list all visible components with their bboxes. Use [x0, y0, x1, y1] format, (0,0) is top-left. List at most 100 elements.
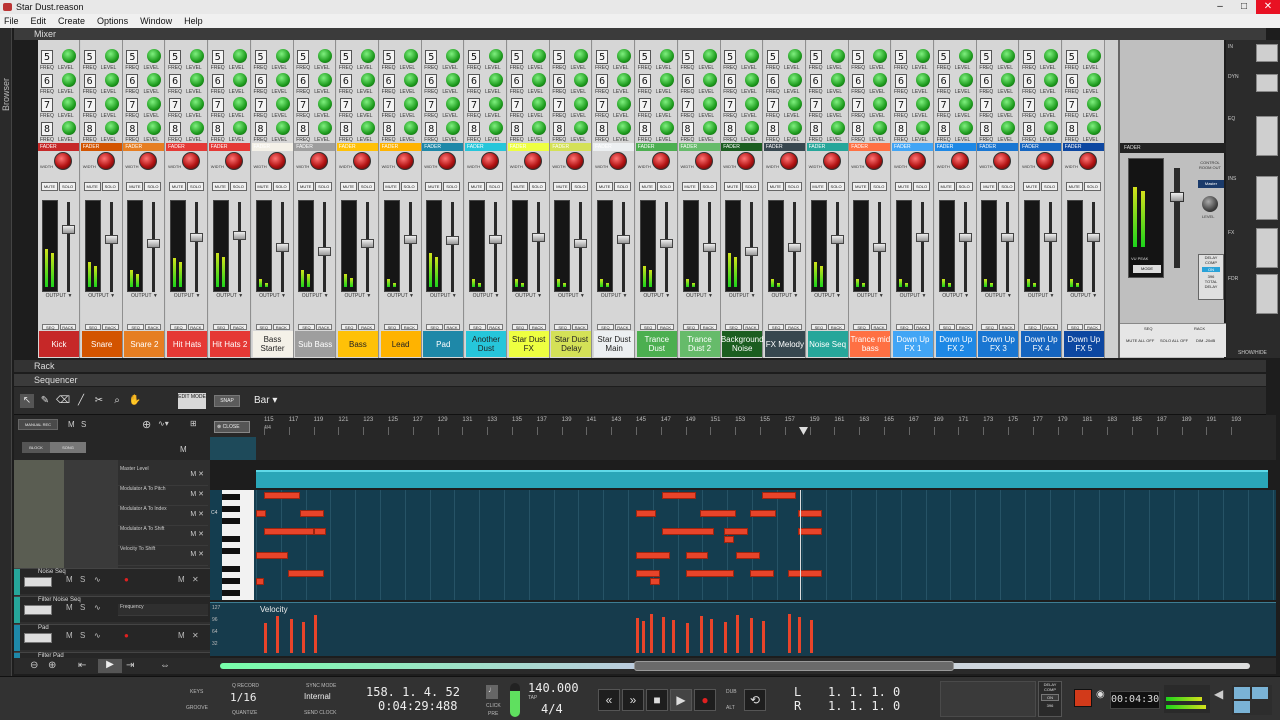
pan-knob[interactable] [609, 152, 628, 170]
fx-send-knob[interactable] [1044, 73, 1059, 87]
seq-button[interactable]: SEQ [810, 324, 828, 330]
midi-note[interactable] [798, 528, 822, 535]
fx-send-number[interactable]: 8 [852, 122, 865, 136]
fx-send-knob[interactable] [617, 121, 632, 135]
channel-name[interactable]: Snare 2 [124, 331, 165, 357]
rack-button[interactable]: RACK [315, 324, 333, 330]
channel-fader[interactable] [916, 233, 929, 242]
seq-button[interactable]: SEQ [1066, 324, 1084, 330]
minimize-button[interactable]: – [1208, 0, 1232, 14]
rack-button[interactable]: RACK [700, 324, 717, 330]
fx-send-number[interactable]: 8 [41, 122, 53, 136]
output-select[interactable]: OUTPUT ▼ [510, 293, 548, 299]
solo-button[interactable]: SOLO [144, 182, 162, 191]
level-knob[interactable] [1202, 196, 1218, 212]
fx-send-number[interactable]: 7 [852, 98, 865, 112]
track-automation-icon[interactable]: ∿ [94, 603, 101, 612]
menu-options[interactable]: Options [97, 14, 128, 28]
tempo-value[interactable]: 140.000 [528, 681, 579, 695]
fx-send-knob[interactable] [873, 49, 888, 63]
fx-send-knob[interactable] [916, 73, 930, 87]
pan-knob[interactable] [352, 152, 371, 170]
lane-mute-solo[interactable]: M ✕ [190, 550, 204, 558]
fx-send-number[interactable]: 8 [980, 122, 993, 136]
metronome-icon[interactable]: ♩ [486, 685, 498, 699]
timeline-ruler[interactable]: ⊗ CLOSE 4/4 115 117 119 121 123 125 127 129 131 1… [210, 415, 1276, 460]
fx-send-knob[interactable] [147, 97, 162, 111]
solo-button[interactable]: SOLO [443, 182, 461, 191]
note-editor[interactable]: C4 [210, 490, 1276, 600]
midi-note[interactable] [724, 536, 734, 543]
solo-button[interactable]: SOLO [913, 182, 930, 191]
lane-frequency[interactable]: Frequency [118, 604, 208, 616]
channel-name[interactable]: FX Melody [764, 331, 805, 357]
midi-note[interactable] [686, 552, 708, 559]
fx-send-number[interactable]: 7 [41, 98, 53, 112]
fx-send-knob[interactable] [873, 121, 888, 135]
fx-send-knob[interactable] [958, 49, 973, 63]
dim-button[interactable]: DIM -20dB [1196, 338, 1215, 343]
mute-button[interactable]: MUTE [126, 182, 144, 191]
eraser-tool-icon[interactable]: ⌫ [56, 394, 70, 408]
record-button[interactable]: ● [694, 689, 716, 711]
fx-send-knob[interactable] [830, 73, 845, 87]
track-mute[interactable]: M [66, 631, 73, 640]
velocity-bar[interactable] [662, 617, 665, 653]
fx-send-knob[interactable] [190, 73, 205, 87]
seq-button[interactable]: SEQ [511, 324, 529, 330]
velocity-lane[interactable]: Velocity 127 96 64 32 [210, 602, 1276, 656]
rack-button[interactable]: RACK [529, 324, 546, 330]
pan-knob[interactable] [950, 152, 969, 170]
mute-button[interactable]: MUTE [83, 182, 101, 191]
track-solo[interactable]: S [80, 575, 85, 584]
fx-send-number[interactable]: 7 [980, 98, 993, 112]
output-select[interactable]: OUTPUT ▼ [382, 293, 420, 299]
fx-send-knob[interactable] [702, 73, 717, 87]
solo-button[interactable]: SOLO [870, 182, 888, 191]
horizontal-scrollbar[interactable]: ⊖ ⊕ ⇤ ▶ ⇥ ⇔ [14, 658, 1276, 674]
delay-comp-on-button[interactable]: ON [1202, 267, 1220, 272]
fx-send-knob[interactable] [190, 49, 205, 63]
fx-send-number[interactable]: 8 [1023, 122, 1036, 136]
mute-button[interactable]: MUTE [297, 182, 315, 191]
fx-send-number[interactable]: 6 [553, 74, 566, 88]
mute-button[interactable]: MUTE [638, 182, 656, 191]
velocity-bar[interactable] [724, 622, 727, 653]
fx-send-knob[interactable] [62, 49, 76, 63]
fx-send-knob[interactable] [275, 97, 290, 111]
lane-mute-solo[interactable]: M ✕ [190, 490, 204, 498]
fx-send-number[interactable]: 7 [83, 98, 96, 112]
channel-fader[interactable] [958, 233, 972, 242]
mute-button[interactable]: MUTE [169, 182, 187, 191]
arrow-right-icon[interactable]: ⇥ [126, 660, 134, 671]
midi-note[interactable] [686, 570, 734, 577]
meter-mode-button[interactable]: MODE [1133, 265, 1161, 273]
section-ins[interactable]: INS [1228, 176, 1254, 182]
velocity-bar[interactable] [642, 621, 645, 653]
channel-name[interactable]: Down Up FX 1 [893, 331, 933, 357]
fx-send-number[interactable]: 8 [339, 122, 352, 136]
fx-send-knob[interactable] [531, 73, 546, 87]
snap-value-select[interactable]: Bar ▾ [254, 395, 277, 406]
channel-fader[interactable] [318, 247, 332, 256]
seq-button[interactable]: SEQ [42, 324, 59, 330]
channel-name[interactable]: Another Dust [466, 331, 506, 357]
track-automation-icon[interactable]: ∿ [94, 575, 101, 584]
razor-tool-icon[interactable]: ✂ [92, 394, 106, 408]
line-tool-icon[interactable]: ╱ [74, 394, 88, 408]
solo-button[interactable]: SOLO [656, 182, 674, 191]
mute-button[interactable]: MUTE [937, 182, 955, 191]
pan-knob[interactable] [779, 152, 798, 170]
rack-button[interactable]: RACK [956, 324, 973, 330]
fx-send-knob[interactable] [958, 97, 973, 111]
fx-send-number[interactable]: 7 [895, 98, 907, 112]
fx-send-knob[interactable] [489, 121, 503, 135]
fx-send-knob[interactable] [318, 73, 333, 87]
output-select[interactable]: OUTPUT ▼ [467, 293, 505, 299]
fx-send-number[interactable]: 5 [553, 50, 566, 64]
fx-send-knob[interactable] [787, 49, 802, 63]
fx-send-knob[interactable] [360, 49, 375, 63]
channel-fader[interactable] [531, 233, 545, 242]
channel-fader[interactable] [745, 247, 759, 256]
solo-button[interactable]: SOLO [101, 182, 119, 191]
